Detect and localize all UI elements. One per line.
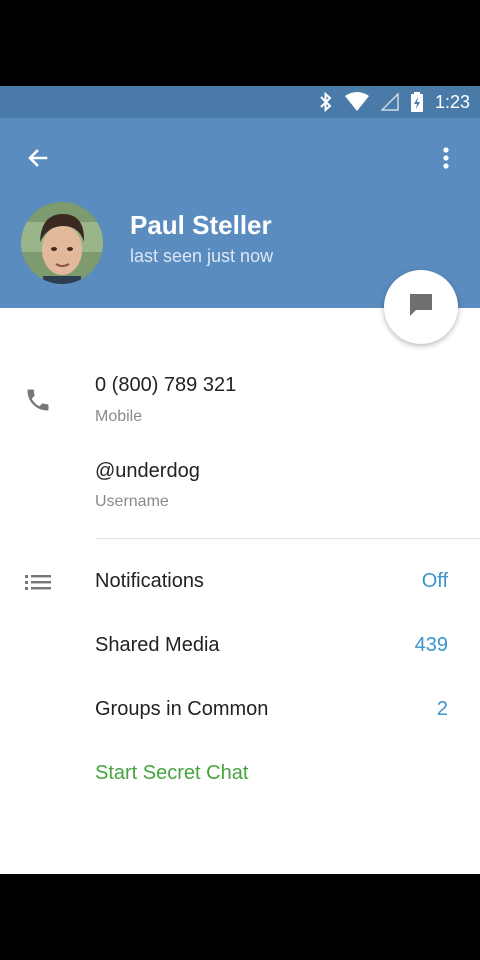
signal-icon (380, 93, 399, 111)
username-label: Username (95, 493, 169, 510)
shared-media-count: 439 (414, 634, 448, 656)
shared-media-item[interactable]: Shared Media 439 (0, 616, 480, 678)
start-secret-chat-label: Start Secret Chat (95, 762, 249, 784)
message-icon (407, 291, 435, 324)
username-value[interactable]: @underdog (95, 460, 200, 483)
wifi-icon (344, 92, 369, 112)
phone-number[interactable]: 0 (800) 789 321 (95, 374, 236, 397)
phone-label: Mobile (95, 408, 143, 425)
battery-icon (410, 92, 423, 112)
profile-screen: 1:23 Paul Steller last seen just now 0 (… (0, 86, 480, 874)
groups-in-common-item[interactable]: Groups in Common 2 (0, 680, 480, 742)
send-message-button[interactable] (384, 270, 458, 344)
start-secret-chat-item[interactable]: Start Secret Chat (0, 744, 480, 806)
groups-in-common-count: 2 (436, 698, 448, 720)
phone-icon (22, 384, 54, 416)
bluetooth-icon (319, 92, 333, 112)
shared-media-label: Shared Media (95, 634, 220, 656)
notifications-item[interactable]: Notifications Off (0, 552, 480, 614)
profile-name: Paul Steller (130, 210, 272, 240)
back-arrow-icon (26, 146, 50, 175)
back-button[interactable] (18, 140, 58, 180)
notifications-value: Off (421, 570, 448, 592)
status-time: 1:23 (434, 91, 470, 112)
more-vert-icon (442, 146, 450, 175)
notifications-label: Notifications (95, 570, 204, 592)
groups-in-common-label: Groups in Common (95, 698, 269, 720)
more-options-button[interactable] (426, 140, 466, 180)
avatar[interactable] (21, 202, 103, 284)
status-bar: 1:23 (0, 86, 480, 118)
section-divider (95, 538, 480, 539)
last-seen-status: last seen just now (130, 246, 274, 266)
